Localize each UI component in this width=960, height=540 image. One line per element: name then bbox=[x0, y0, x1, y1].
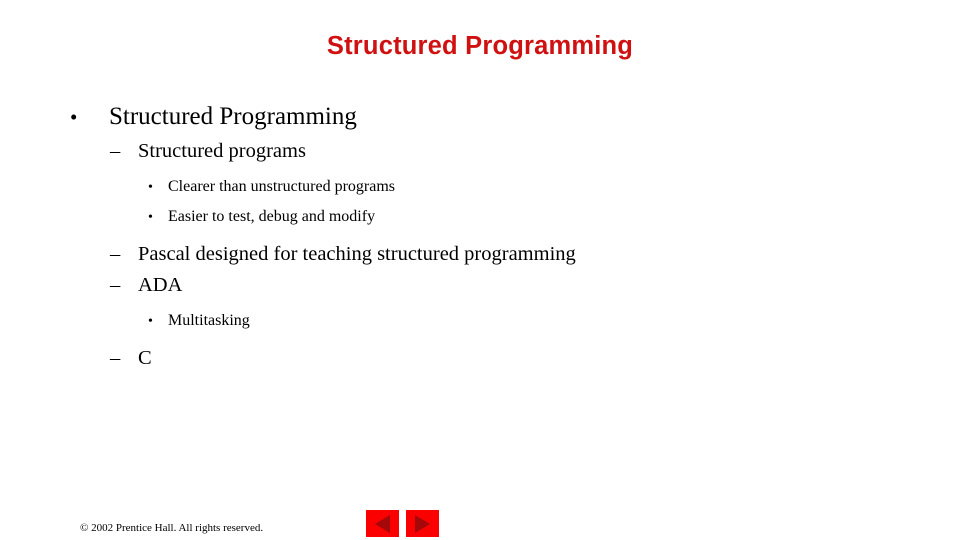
list-item-label: ADA bbox=[138, 274, 183, 296]
bullet-marker-icon: • bbox=[148, 210, 153, 225]
dash-marker-icon: – bbox=[110, 243, 121, 265]
dash-marker-icon: – bbox=[110, 140, 121, 162]
list-item-label: Clearer than unstructured programs bbox=[168, 178, 396, 195]
bullet-marker-icon: • bbox=[148, 180, 153, 195]
bullet-marker-icon: • bbox=[70, 105, 78, 129]
list-item: – ADA bbox=[0, 270, 960, 300]
list-item: • Structured Programming bbox=[0, 100, 960, 134]
bullet-marker-icon: • bbox=[148, 314, 153, 329]
previous-slide-button[interactable] bbox=[366, 510, 399, 537]
next-slide-button[interactable] bbox=[406, 510, 439, 537]
list-item-label: Pascal designed for teaching structured … bbox=[138, 243, 576, 265]
list-item-label: Structured Programming bbox=[109, 103, 357, 130]
copyright-notice: © 2002 Prentice Hall. All rights reserve… bbox=[80, 522, 264, 534]
arrow-right-icon bbox=[415, 514, 430, 533]
list-item: – C bbox=[0, 343, 960, 373]
list-item-label: Structured programs bbox=[138, 140, 306, 162]
dash-marker-icon: – bbox=[110, 347, 121, 369]
dash-marker-icon: – bbox=[110, 274, 121, 296]
slide-body-outline: • Structured Programming – Structured pr… bbox=[0, 100, 960, 374]
list-item-label: Multitasking bbox=[168, 312, 250, 329]
list-item: – Structured programs bbox=[0, 136, 960, 166]
list-item: • Clearer than unstructured programs bbox=[0, 172, 960, 202]
page-title: Structured Programming bbox=[326, 32, 634, 60]
list-item-label: C bbox=[138, 347, 152, 369]
list-item-label: Easier to test, debug and modify bbox=[168, 208, 376, 225]
list-item: – Pascal designed for teaching structure… bbox=[0, 239, 960, 269]
list-item: • Easier to test, debug and modify bbox=[0, 202, 960, 232]
slide-navigation bbox=[366, 510, 439, 537]
arrow-left-icon bbox=[375, 514, 390, 533]
list-item: • Multitasking bbox=[0, 306, 960, 336]
